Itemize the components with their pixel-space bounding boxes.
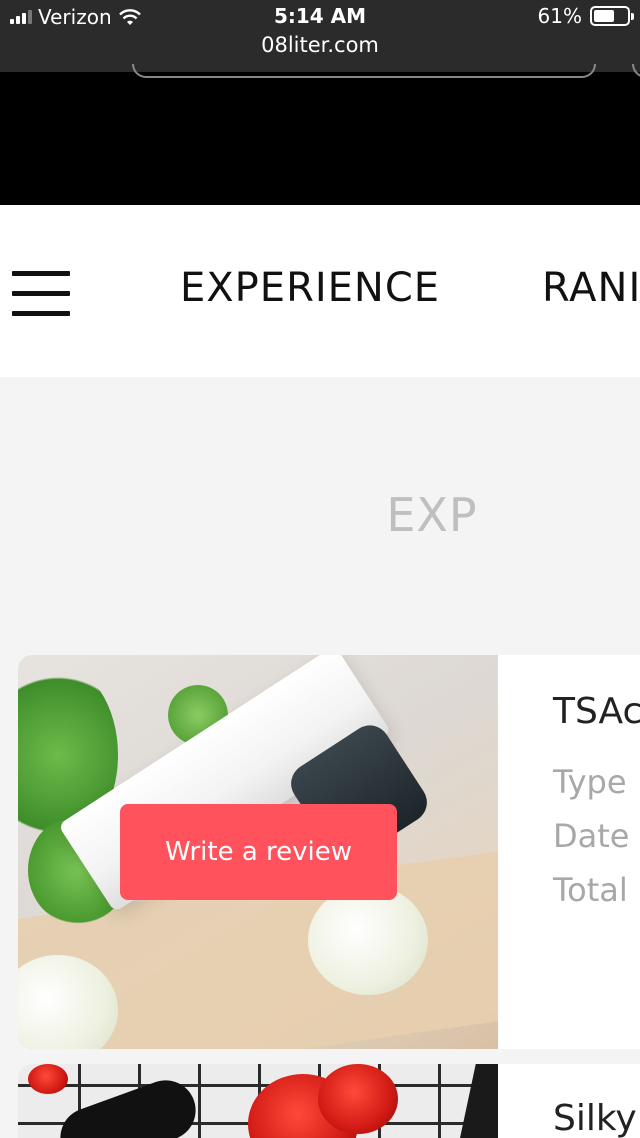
battery-icon [590,6,634,26]
red-flower [28,1064,68,1094]
field-date-label: Date [553,817,630,855]
page-url[interactable]: 08liter.com [0,33,640,57]
product-image[interactable] [18,1064,498,1138]
hamburger-menu-icon[interactable] [12,271,70,319]
nav-item-ranking[interactable]: RANI [542,265,640,311]
battery-group: 61% [537,4,634,28]
site-header [0,64,640,205]
browser-status-bar: Verizon 5:14 AM 08liter.com 61% [0,0,640,72]
field-total-label: Total [553,871,628,909]
write-review-button[interactable]: Write a review [120,804,397,900]
nav-item-experience[interactable]: EXPERIENCE [180,265,440,311]
section-title: EXP [386,488,478,542]
tile-line [198,1064,201,1138]
campaign-card[interactable]: Write a review TSAc Type Date Total [18,655,640,1049]
product-image[interactable]: Write a review [18,655,498,1049]
header-button-edge[interactable] [632,64,640,78]
main-nav: EXPERIENCE RANI [0,205,640,377]
product-title[interactable]: TSAc [553,691,640,732]
product-title[interactable]: Silky [553,1098,637,1138]
tile-line [438,1064,441,1138]
battery-percent: 61% [537,4,582,28]
red-flower [318,1064,398,1134]
page: Verizon 5:14 AM 08liter.com 61% EXPERIEN… [0,0,640,1138]
product-strap [51,1071,205,1138]
battery-fill [594,10,614,22]
white-flower [308,885,428,995]
dark-object [450,1064,498,1138]
campaign-card[interactable]: Silky [18,1064,640,1138]
search-bar[interactable] [132,64,596,78]
field-type-label: Type [553,763,627,801]
